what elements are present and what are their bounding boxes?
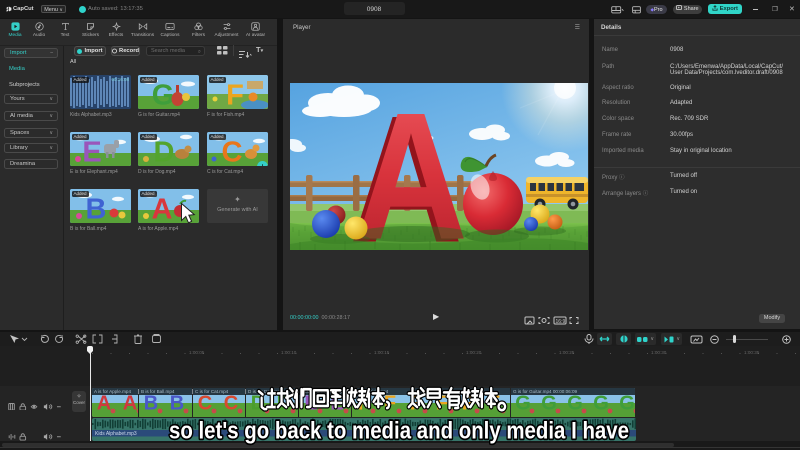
svg-text:E: E: [82, 137, 101, 167]
svg-text:F: F: [226, 80, 244, 110]
svg-text:A: A: [152, 194, 173, 224]
svg-text:A: A: [354, 83, 468, 250]
svg-text:B: B: [86, 194, 107, 224]
svg-text:so let's go back to media and: so let's go back to media and only media…: [169, 418, 629, 445]
svg-text:C: C: [222, 137, 243, 167]
svg-text:G: G: [152, 80, 175, 110]
svg-text:16:9: 16:9: [556, 319, 566, 325]
svg-text:D: D: [154, 137, 175, 167]
